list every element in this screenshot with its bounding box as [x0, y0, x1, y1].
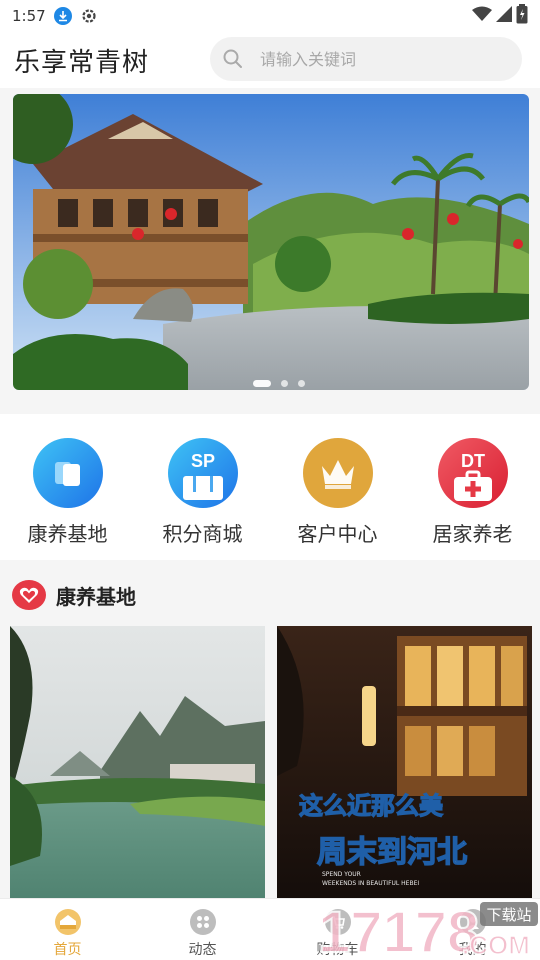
wifi-icon: [472, 6, 492, 26]
quick-item-points-mall[interactable]: SP 积分商城: [135, 418, 270, 560]
tab-label: 首页: [53, 942, 82, 958]
banner-area: [0, 88, 540, 414]
card-river-mountain[interactable]: [10, 626, 265, 902]
search-input[interactable]: [260, 49, 480, 69]
cards-icon: [32, 438, 103, 508]
user-icon: [459, 909, 486, 935]
banner-carousel[interactable]: [13, 94, 529, 390]
pagination-dot-active[interactable]: [253, 380, 271, 387]
home-icon: [54, 909, 81, 935]
quick-label: 康养基地: [27, 522, 108, 546]
medical-badge-text: DT: [461, 451, 485, 471]
tab-label: 我的: [458, 942, 487, 958]
section-title: 康养基地: [56, 584, 136, 609]
search-bar[interactable]: [210, 37, 522, 81]
banner-pagination[interactable]: [253, 380, 305, 387]
app-title: 乐享常青树: [14, 47, 150, 78]
tab-home[interactable]: 首页: [0, 899, 135, 960]
crown-icon: [302, 438, 373, 508]
signal-icon: [496, 6, 512, 26]
settings-gear-icon: [80, 7, 98, 25]
quick-label: 积分商城: [162, 522, 243, 546]
overlay-line1: 这么近那么美: [299, 792, 443, 820]
health-base-cards: 这么近那么美 周末到河北 SPEND YOUR WEEKENDS IN BEAU…: [10, 626, 532, 902]
pagination-dot[interactable]: [298, 380, 305, 387]
quick-label: 居家养老: [432, 522, 513, 546]
download-icon: [53, 7, 72, 25]
shop-icon: SP: [167, 438, 238, 508]
tab-label: 动态: [188, 942, 217, 958]
status-bar: 1:57: [0, 0, 540, 32]
grid-icon: [189, 909, 216, 935]
tab-label: 购物车: [316, 942, 359, 958]
bottom-tab-bar: 首页 动态 购物车 我的: [0, 898, 540, 960]
quick-item-home-care[interactable]: DT 居家养老: [405, 418, 540, 560]
section-header: 康养基地: [12, 580, 136, 610]
quick-item-health-base[interactable]: 康养基地: [0, 418, 135, 560]
tab-mine[interactable]: 我的: [405, 899, 540, 960]
search-icon: [222, 48, 244, 70]
hebei-night-photo: 这么近那么美 周末到河北 SPEND YOUR WEEKENDS IN BEAU…: [277, 626, 532, 902]
medical-kit-icon: DT: [437, 438, 508, 508]
river-mountain-photo: [10, 626, 265, 902]
battery-icon: [516, 4, 528, 28]
tab-cart[interactable]: 购物车: [270, 899, 405, 960]
card-hebei-night[interactable]: 这么近那么美 周末到河北 SPEND YOUR WEEKENDS IN BEAU…: [277, 626, 532, 902]
heart-icon: [12, 580, 46, 610]
overlay-small2: WEEKENDS IN BEAUTIFUL HEBEI: [322, 880, 419, 887]
quick-menu: 康养基地 SP 积分商城 客户中心 DT 居家养老: [0, 418, 540, 560]
quick-item-customer-center[interactable]: 客户中心: [270, 418, 405, 560]
status-time: 1:57: [12, 7, 46, 25]
cart-icon: [324, 909, 351, 935]
tab-moments[interactable]: 动态: [135, 899, 270, 960]
shop-badge-text: SP: [190, 451, 214, 471]
overlay-line2: 周末到河北: [317, 835, 467, 870]
pagination-dot[interactable]: [281, 380, 288, 387]
overlay-small1: SPEND YOUR: [322, 871, 361, 878]
quick-label: 客户中心: [297, 522, 378, 546]
banner-image: [13, 94, 529, 390]
header: 乐享常青树: [0, 32, 540, 88]
